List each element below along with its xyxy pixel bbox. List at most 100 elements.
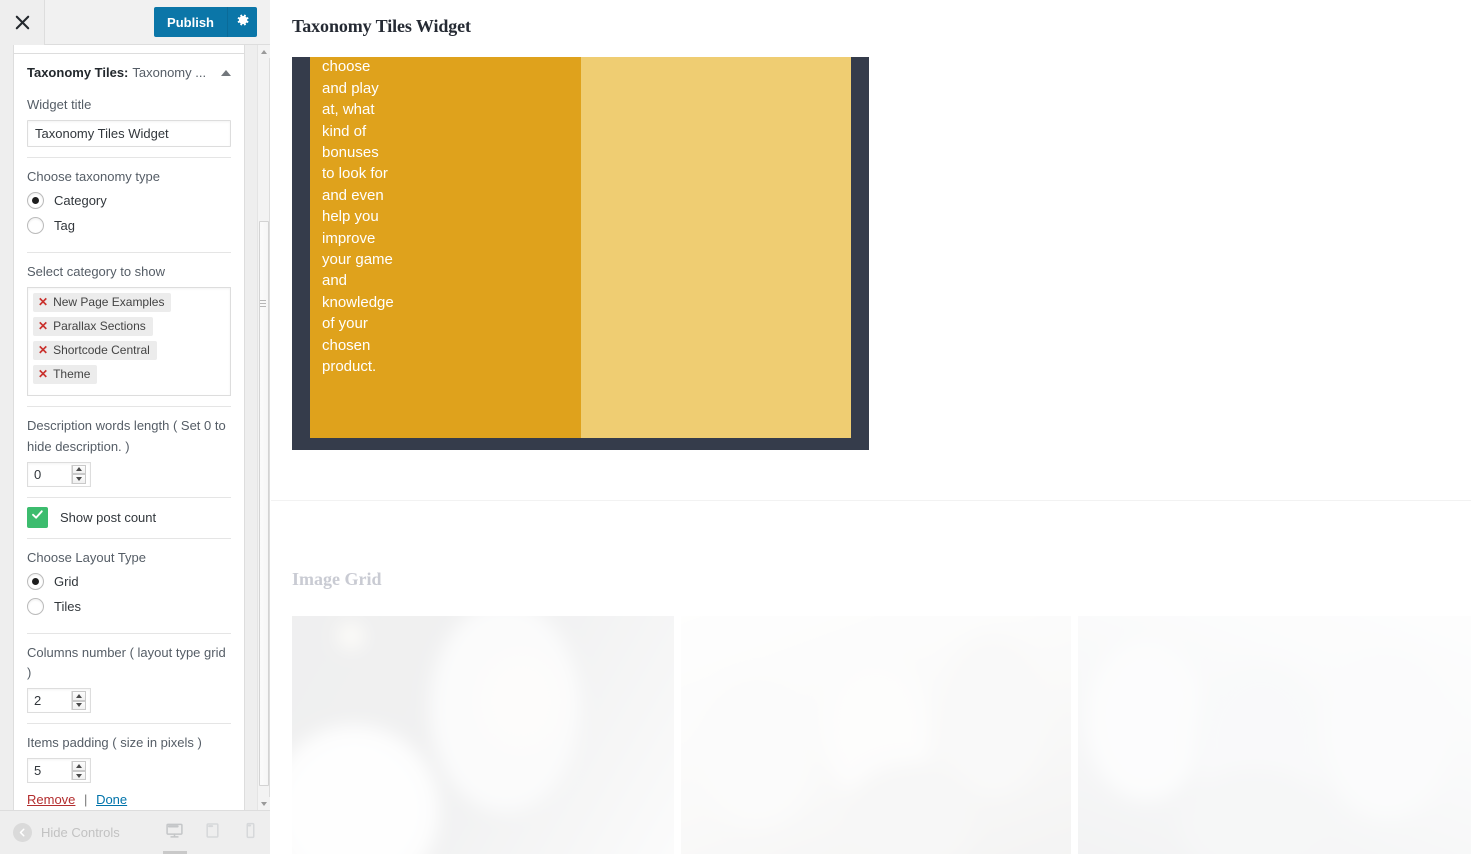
field-show-post-count: Show post count — [27, 496, 231, 538]
spinner-up-icon[interactable] — [72, 464, 86, 475]
taxonomy-tile-right[interactable] — [581, 57, 851, 438]
field-items-padding: Items padding ( size in pixels ) Remove — [27, 723, 231, 810]
image-grid-items — [292, 616, 1471, 854]
description-words-label: Description words length ( Set 0 to hide… — [27, 418, 226, 454]
radio-option-category[interactable]: Category — [27, 192, 231, 210]
publish-group: Publish — [154, 7, 257, 37]
radio-option-tag[interactable]: Tag — [27, 217, 231, 235]
widget-title: Taxonomy Tiles: — [27, 65, 129, 80]
tablet-preview-button[interactable] — [194, 811, 232, 854]
done-link[interactable]: Done — [96, 792, 127, 807]
spinner-up-icon[interactable] — [72, 761, 86, 771]
widget-title-input[interactable] — [27, 120, 231, 148]
show-post-count-checkbox[interactable] — [27, 506, 48, 528]
publish-button[interactable]: Publish — [154, 7, 228, 37]
radio-tag-icon[interactable] — [27, 217, 44, 235]
image-grid-item[interactable] — [1078, 616, 1471, 854]
check-icon — [31, 508, 44, 526]
field-widget-title: Widget title — [27, 91, 231, 157]
customizer-sidebar: Publish Taxonomy Tiles: Taxonomy ... Wid… — [0, 0, 270, 854]
close-icon — [15, 15, 30, 30]
radio-option-grid[interactable]: Grid — [27, 572, 231, 590]
desktop-icon — [165, 821, 184, 845]
layout-type-label: Choose Layout Type — [27, 549, 147, 565]
hide-controls-button[interactable]: Hide Controls — [0, 823, 120, 842]
items-padding-spinner[interactable] — [71, 761, 86, 781]
scroll-down-arrow-icon[interactable] — [258, 797, 270, 810]
section-divider — [271, 500, 1471, 501]
select-category-label: Select category to show — [27, 264, 166, 280]
remove-widget-link[interactable]: Remove — [27, 792, 75, 807]
items-padding-stepper[interactable] — [27, 758, 91, 784]
field-columns-number: Columns number ( layout type grid ) — [27, 632, 231, 723]
widgets-panel[interactable]: Taxonomy Tiles: Taxonomy ... Widget titl… — [0, 45, 258, 810]
field-layout-type: Choose Layout Type Grid Tiles — [27, 537, 231, 633]
radio-tiles-icon[interactable] — [27, 597, 44, 615]
chip-label: Theme — [53, 367, 91, 382]
field-select-category: Select category to show ✕ New Page Examp… — [27, 252, 231, 406]
sidebar-scrollbar[interactable] — [257, 45, 270, 810]
category-chip-box[interactable]: ✕ New Page Examples ✕ Parallax Sections … — [27, 287, 231, 397]
radio-grid-icon[interactable] — [27, 572, 44, 590]
chip-shortcode-central[interactable]: ✕ Shortcode Central — [33, 341, 157, 361]
radio-tiles-label[interactable]: Tiles — [54, 599, 81, 614]
spinner-down-icon[interactable] — [72, 474, 86, 484]
tablet-icon — [203, 821, 222, 845]
chip-label: Shortcode Central — [53, 343, 150, 358]
radio-category-label[interactable]: Category — [54, 193, 107, 208]
radio-grid-label[interactable]: Grid — [54, 574, 79, 589]
mobile-preview-button[interactable] — [232, 811, 270, 854]
gear-icon — [236, 13, 250, 32]
chip-label: Parallax Sections — [53, 319, 146, 334]
widget-subtitle: Taxonomy ... — [132, 65, 207, 80]
radio-category-icon[interactable] — [27, 192, 44, 210]
taxonomy-tile-left[interactable]: website to choose and play at, what kind… — [310, 57, 581, 438]
spinner-down-icon[interactable] — [72, 770, 86, 781]
columns-number-input[interactable] — [28, 689, 71, 713]
taxonomy-tiles-preview: website to choose and play at, what kind… — [292, 57, 869, 450]
desktop-preview-button[interactable] — [156, 811, 194, 854]
chip-parallax-sections[interactable]: ✕ Parallax Sections — [33, 317, 153, 337]
scroll-up-arrow-icon[interactable] — [258, 45, 270, 58]
show-post-count-row[interactable]: Show post count — [27, 506, 231, 528]
widget-actions-row: Remove | Done — [27, 783, 231, 807]
hide-controls-label: Hide Controls — [41, 825, 120, 840]
previous-widget-stub — [13, 45, 245, 53]
items-padding-input[interactable] — [28, 759, 71, 783]
site-preview-frame[interactable]: Taxonomy Tiles Widget website to choose … — [271, 0, 1471, 854]
chip-new-page-examples[interactable]: ✕ New Page Examples — [33, 293, 172, 313]
radio-option-tiles[interactable]: Tiles — [27, 597, 231, 615]
remove-chip-icon[interactable]: ✕ — [38, 320, 48, 332]
description-words-stepper[interactable] — [27, 461, 91, 487]
columns-number-spinner[interactable] — [71, 691, 86, 711]
sidebar-footer: Hide Controls — [0, 810, 270, 854]
field-description-words: Description words length ( Set 0 to hide… — [27, 406, 231, 496]
chip-theme[interactable]: ✕ Theme — [33, 365, 98, 385]
widget-taxonomy-tiles-body: Widget title Choose taxonomy type Catego… — [14, 91, 244, 810]
image-grid-item[interactable] — [681, 616, 1071, 854]
chip-label: New Page Examples — [53, 295, 165, 310]
widget-taxonomy-tiles: Taxonomy Tiles: Taxonomy ... Widget titl… — [13, 53, 245, 810]
preview-widget-heading: Taxonomy Tiles Widget — [292, 16, 471, 36]
spinner-down-icon[interactable] — [72, 700, 86, 711]
description-words-input[interactable] — [28, 462, 71, 486]
customizer-screen: Publish Taxonomy Tiles: Taxonomy ... Wid… — [0, 0, 1471, 854]
items-padding-label: Items padding ( size in pixels ) — [27, 735, 202, 751]
remove-chip-icon[interactable]: ✕ — [38, 296, 48, 308]
widget-taxonomy-tiles-header[interactable]: Taxonomy Tiles: Taxonomy ... — [14, 54, 244, 91]
spinner-up-icon[interactable] — [72, 691, 86, 701]
chevron-up-icon[interactable] — [221, 69, 231, 76]
radio-tag-label[interactable]: Tag — [54, 218, 75, 233]
device-preview-group — [156, 811, 270, 854]
show-post-count-label[interactable]: Show post count — [60, 510, 156, 525]
field-taxonomy-type: Choose taxonomy type Category Tag — [27, 157, 231, 252]
image-grid-title: Image Grid — [292, 569, 382, 589]
description-words-spinner[interactable] — [71, 464, 86, 484]
remove-chip-icon[interactable]: ✕ — [38, 368, 48, 380]
columns-number-stepper[interactable] — [27, 688, 91, 714]
publish-settings-button[interactable] — [228, 7, 257, 37]
remove-chip-icon[interactable]: ✕ — [38, 344, 48, 356]
actions-separator: | — [84, 792, 88, 808]
close-customizer-button[interactable] — [0, 0, 45, 45]
image-grid-item[interactable] — [292, 616, 674, 854]
